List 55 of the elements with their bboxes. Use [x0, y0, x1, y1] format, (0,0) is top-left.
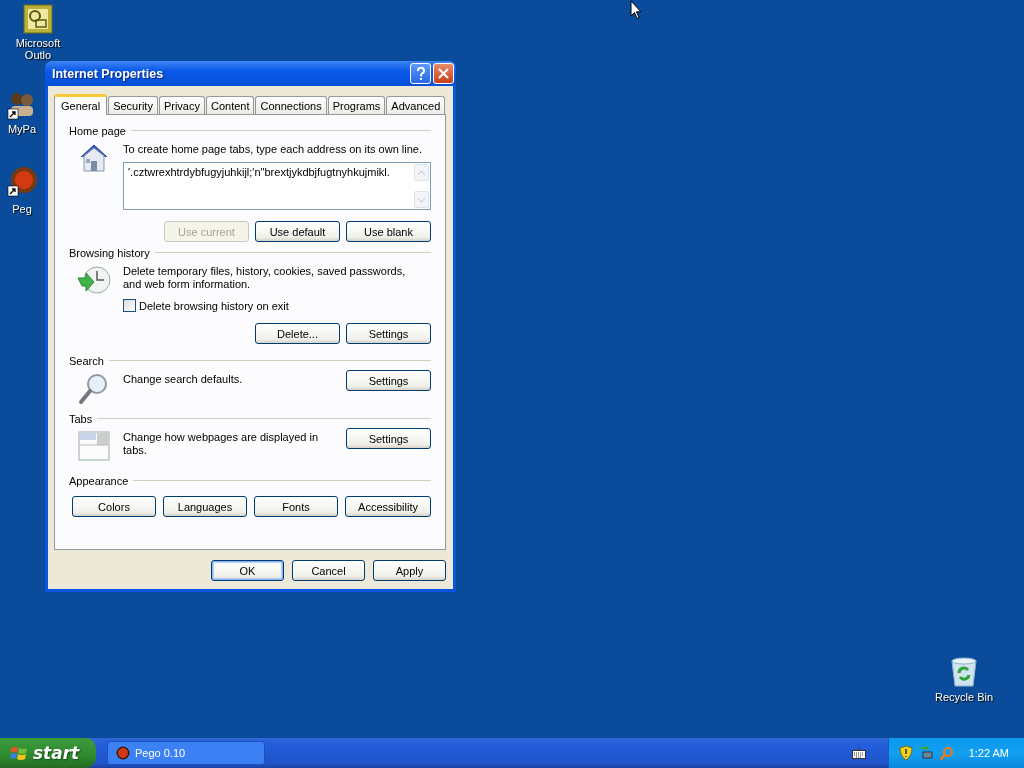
description-text: Delete temporary files, history, cookies, saved passwords, and web form information.	[123, 265, 407, 291]
window-title: Internet Properties	[51, 66, 165, 81]
group-heading: Appearance	[69, 474, 129, 487]
description-text: Change search defaults.	[123, 373, 244, 386]
push-button[interactable]: Delete...	[255, 323, 340, 344]
tabbed-window-icon	[77, 430, 111, 462]
group-heading: Search	[69, 354, 104, 367]
tab[interactable]: Connections	[255, 96, 327, 114]
push-button[interactable]: Cancel	[292, 560, 365, 581]
tab[interactable]: Security	[108, 96, 158, 114]
recycle-bin-icon[interactable]	[949, 656, 979, 688]
keyboard-icon[interactable]	[851, 747, 866, 759]
push-button[interactable]: Languages	[163, 496, 247, 517]
group-heading: Home page	[69, 124, 126, 137]
push-button[interactable]: Settings	[346, 370, 431, 391]
push-button[interactable]: Settings	[346, 428, 431, 449]
ball-shortcut-icon[interactable]	[7, 166, 37, 200]
push-button[interactable]: Use blank	[346, 221, 431, 242]
desktop-icon-label[interactable]: Recycle Bin	[934, 691, 994, 703]
tab[interactable]: Content	[205, 96, 255, 114]
checkbox-label[interactable]: Delete browsing history on exit	[139, 299, 289, 312]
push-button[interactable]: Settings	[346, 323, 431, 344]
tab[interactable]: General	[54, 94, 108, 115]
push-button[interactable]: OK	[211, 560, 284, 581]
windows-flag-icon	[10, 744, 28, 762]
group-heading: Browsing history	[69, 246, 150, 259]
push-button[interactable]: Fonts	[254, 496, 338, 517]
mouse-pointer-icon	[630, 0, 642, 20]
description-text: Change how webpages are displayed in tabs.	[123, 431, 320, 457]
home-page-address-field[interactable]: '.cztwrexhtrdybfugyjuhkijl;'n"brextjykdbjfugtnyhkujmikl.	[123, 162, 431, 210]
close-button[interactable]	[433, 63, 454, 84]
ball-icon	[116, 746, 130, 760]
desktop-icon-label[interactable]: MyPa	[7, 123, 37, 135]
magnifier-icon	[78, 372, 110, 406]
push-button[interactable]: Use default	[255, 221, 340, 242]
close-icon	[438, 68, 449, 79]
calendar-envelope-icon[interactable]	[23, 4, 53, 34]
desktop-icon-label[interactable]: Microsoft Outlo	[15, 37, 61, 61]
help-button[interactable]	[410, 63, 431, 84]
clock-with-arrow-icon	[76, 264, 112, 296]
group-heading: Tabs	[69, 412, 93, 425]
push-button[interactable]: Accessibility	[345, 496, 431, 517]
start-button[interactable]: start	[0, 738, 96, 768]
clock-text: 1:22 AM	[968, 747, 1009, 759]
tab[interactable]: Programs	[327, 96, 386, 114]
tab[interactable]: Privacy	[158, 96, 205, 114]
tab[interactable]: Advanced	[386, 96, 446, 114]
checkbox[interactable]	[123, 299, 136, 312]
push-button[interactable]: Colors	[72, 496, 156, 517]
taskbar-button[interactable]: Pego 0.10	[107, 741, 265, 765]
question-mark-icon	[415, 66, 426, 81]
description-text: To create home page tabs, type each address on its own line.	[123, 143, 423, 156]
push-button[interactable]: Apply	[373, 560, 446, 581]
desktop-icon-label[interactable]: Peg	[12, 203, 32, 215]
shield-icon[interactable]	[898, 745, 913, 761]
